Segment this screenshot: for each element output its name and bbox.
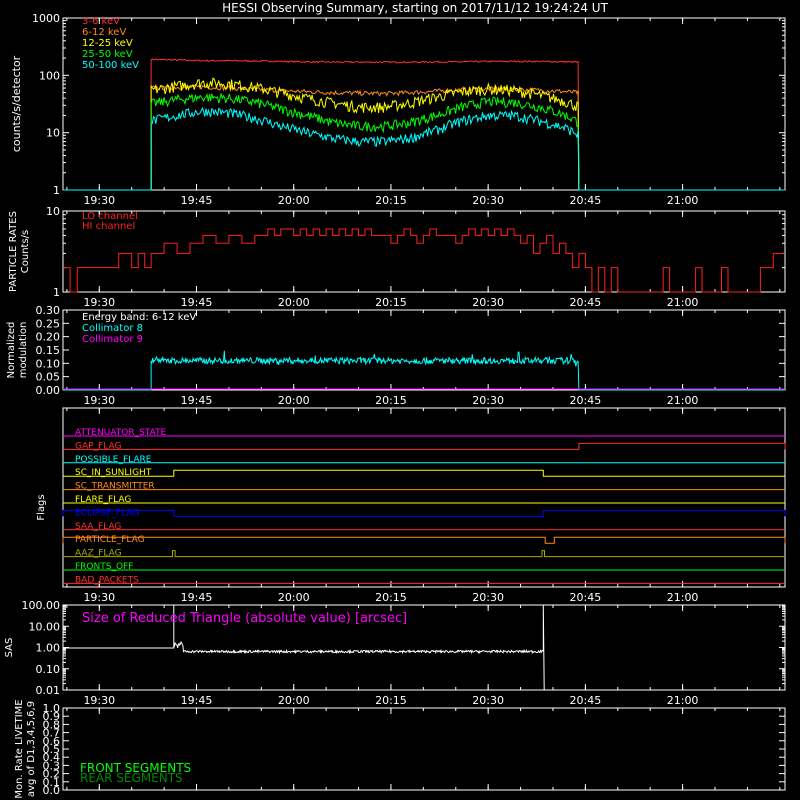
energy-band-annotation: Energy band: 6-12 keV — [82, 312, 196, 323]
figure-title: HESSI Observing Summary, starting on 201… — [222, 1, 608, 15]
x-tick-label: 19:30 — [83, 591, 115, 604]
legend-entry: Collimator 9 — [82, 334, 143, 345]
x-tick-label: 20:15 — [375, 591, 407, 604]
x-tick-label: 19:30 — [83, 296, 115, 309]
x-tick-label: 20:00 — [278, 394, 310, 407]
y-tick-label: 10 — [46, 205, 60, 218]
x-tick-label: 20:15 — [375, 296, 407, 309]
y-axis-label: Normalized — [6, 322, 17, 379]
y-axis-label: Mon. Rate LIVETIME — [14, 699, 25, 798]
y-axis-label-2: Counts/s — [20, 230, 31, 274]
y-tick-label: 0.05 — [36, 371, 61, 384]
y-tick-label: 1 — [53, 184, 60, 197]
legend-entry: HI channel — [82, 221, 135, 232]
x-tick-label: 19:45 — [181, 194, 213, 207]
x-tick-label: 21:00 — [667, 394, 699, 407]
x-tick-label: 19:45 — [181, 694, 213, 707]
y-tick-label: 0.15 — [36, 344, 61, 357]
series-line-3 — [63, 92, 785, 191]
series-line-collimator-8 — [63, 350, 785, 391]
x-tick-label: 20:15 — [375, 194, 407, 207]
y-tick-label: 1000 — [32, 12, 60, 25]
y-axis-label: SAS — [4, 638, 15, 658]
y-tick-label: 0.10 — [36, 663, 61, 676]
y-axis-label: Flags — [36, 494, 47, 520]
legend-entry: 12-25 keV — [82, 38, 133, 49]
flag-line — [62, 536, 786, 544]
panel-frame — [62, 17, 786, 191]
legend-entry: 25-50 keV — [82, 49, 133, 60]
flag-line — [63, 442, 786, 450]
y-tick-label: 10.00 — [29, 620, 61, 633]
y-tick-label: 100.00 — [22, 599, 61, 612]
flag-line — [63, 469, 785, 477]
x-tick-label: 19:45 — [181, 591, 213, 604]
legend-entry: REAR SEGMENTS — [80, 771, 183, 785]
x-tick-label: 20:45 — [570, 394, 602, 407]
hessi-summary-plot: 19:30 19:45 20:00 20:15 20:30 20:45 21:0011010… — [4, 1, 786, 799]
x-tick-label: 21:00 — [667, 694, 699, 707]
hessi-summary-figure: 19:30 19:45 20:00 20:15 20:30 20:45 21:00 1 10 10… — [0, 0, 800, 800]
y-axis-label-2: modulation — [18, 322, 29, 379]
x-tick-label: 20:30 — [472, 194, 504, 207]
x-tick-label: 20:30 — [472, 296, 504, 309]
series-line-4 — [63, 106, 785, 191]
y-tick-label: 100 — [39, 69, 60, 82]
legend-entry: 3-6 keV — [82, 16, 120, 27]
x-tick-label: 20:45 — [570, 296, 602, 309]
x-tick-label: 19:45 — [181, 394, 213, 407]
y-tick-label: 0.20 — [36, 331, 61, 344]
x-tick-label: 20:30 — [472, 591, 504, 604]
x-tick-label: 20:00 — [278, 194, 310, 207]
x-tick-label: 19:45 — [181, 296, 213, 309]
y-tick-label: 10 — [46, 127, 60, 140]
y-tick-label: 0.25 — [36, 317, 61, 330]
y-tick-label: 1.00 — [36, 642, 61, 655]
legend-entry: 50-100 keV — [82, 60, 139, 71]
x-tick-label: 21:00 — [667, 296, 699, 309]
y-tick-label: 1.0 — [43, 702, 61, 715]
x-tick-label: 19:30 — [83, 694, 115, 707]
x-tick-label: 21:00 — [667, 194, 699, 207]
x-tick-label: 20:30 — [472, 694, 504, 707]
flag-line — [63, 550, 785, 558]
y-tick-label: 0.30 — [36, 304, 61, 317]
y-axis-label-2: avg of D1,3,4,5,6,9 — [26, 701, 37, 797]
legend-entry: Collimator 8 — [82, 323, 143, 334]
x-tick-label: 20:45 — [570, 194, 602, 207]
series-line-0 — [63, 58, 785, 191]
x-tick-label: 20:30 — [472, 394, 504, 407]
x-tick-label: 20:00 — [278, 296, 310, 309]
sas-annotation: Size of Reduced Triangle (absolute value… — [82, 611, 407, 626]
legend-entry: 6-12 keV — [82, 27, 126, 38]
x-tick-label: 20:45 — [570, 694, 602, 707]
y-tick-label: 0.10 — [36, 357, 61, 370]
series-line-lo — [63, 228, 785, 293]
y-tick-label: 1 — [53, 286, 60, 299]
y-tick-label: 0.01 — [36, 684, 61, 697]
x-tick-label: 20:15 — [375, 394, 407, 407]
x-tick-label: 20:15 — [375, 694, 407, 707]
x-tick-label: 20:00 — [278, 591, 310, 604]
x-tick-label: 19:30 — [83, 394, 115, 407]
x-tick-label: 20:45 — [570, 591, 602, 604]
x-tick-label: 21:00 — [667, 591, 699, 604]
panel-frame — [62, 407, 786, 588]
y-tick-label: 0.00 — [36, 384, 61, 397]
flag-line — [62, 509, 786, 517]
y-axis-label: PARTICLE RATES — [8, 211, 19, 292]
y-axis-label: counts/s/detector — [10, 55, 23, 152]
x-tick-label: 20:00 — [278, 694, 310, 707]
panel-frame — [62, 210, 786, 293]
x-tick-label: 19:30 — [83, 194, 115, 207]
